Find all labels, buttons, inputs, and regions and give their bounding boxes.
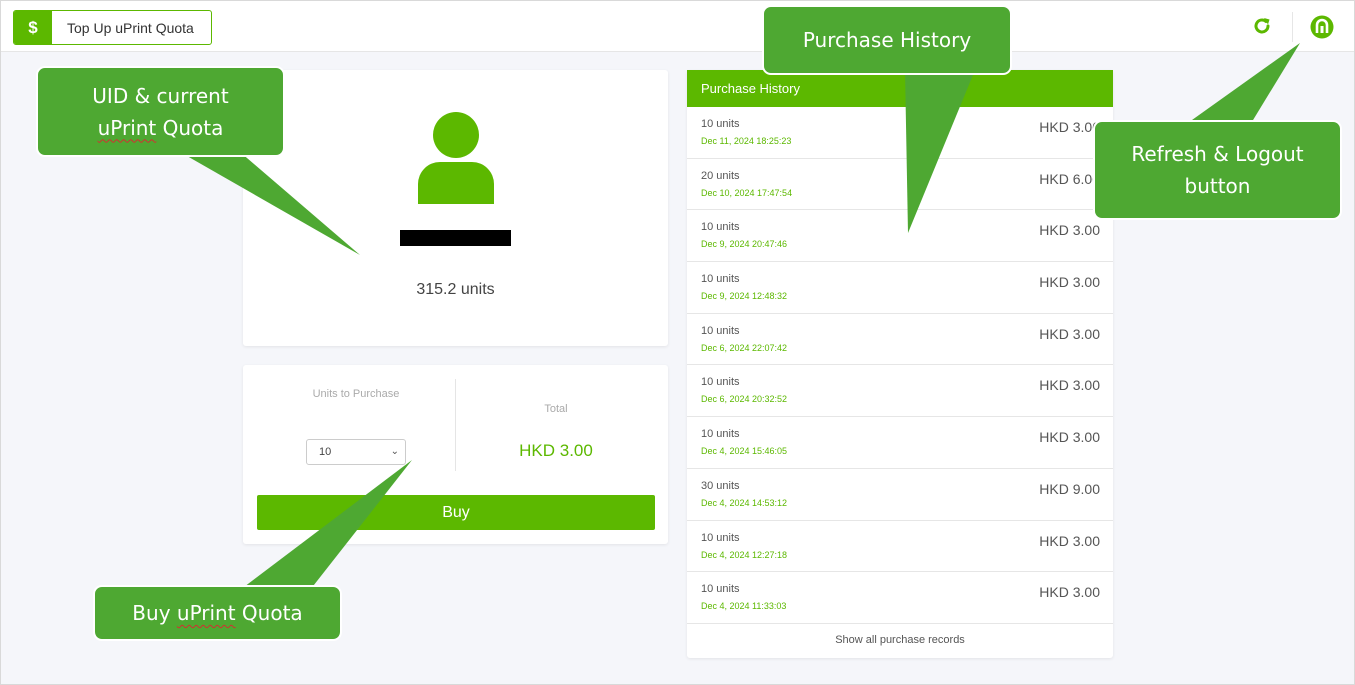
uid-callout-rest: Quota bbox=[156, 115, 224, 140]
history-callout-pointer bbox=[905, 70, 975, 233]
buy-callout-word2: uPrint bbox=[176, 601, 236, 625]
buy-callout-word1: Buy bbox=[132, 601, 177, 625]
uid-callout-line1: UID & current bbox=[92, 83, 229, 108]
refresh-callout-line1: Refresh & Logout bbox=[1131, 142, 1304, 166]
buy-callout-word3: Quota bbox=[235, 601, 303, 625]
refresh-callout-line2: button bbox=[1184, 174, 1251, 198]
uid-callout-word: uPrint bbox=[97, 115, 157, 140]
refresh-callout-pointer bbox=[1185, 43, 1300, 125]
history-callout: Purchase History bbox=[762, 5, 1012, 75]
buy-callout-pointer bbox=[240, 460, 412, 590]
refresh-callout: Refresh & Logout button bbox=[1093, 120, 1342, 220]
buy-callout: Buy uPrint Quota bbox=[93, 585, 342, 641]
uid-callout: UID & current uPrint Quota bbox=[36, 66, 285, 157]
uid-callout-pointer bbox=[180, 152, 360, 255]
